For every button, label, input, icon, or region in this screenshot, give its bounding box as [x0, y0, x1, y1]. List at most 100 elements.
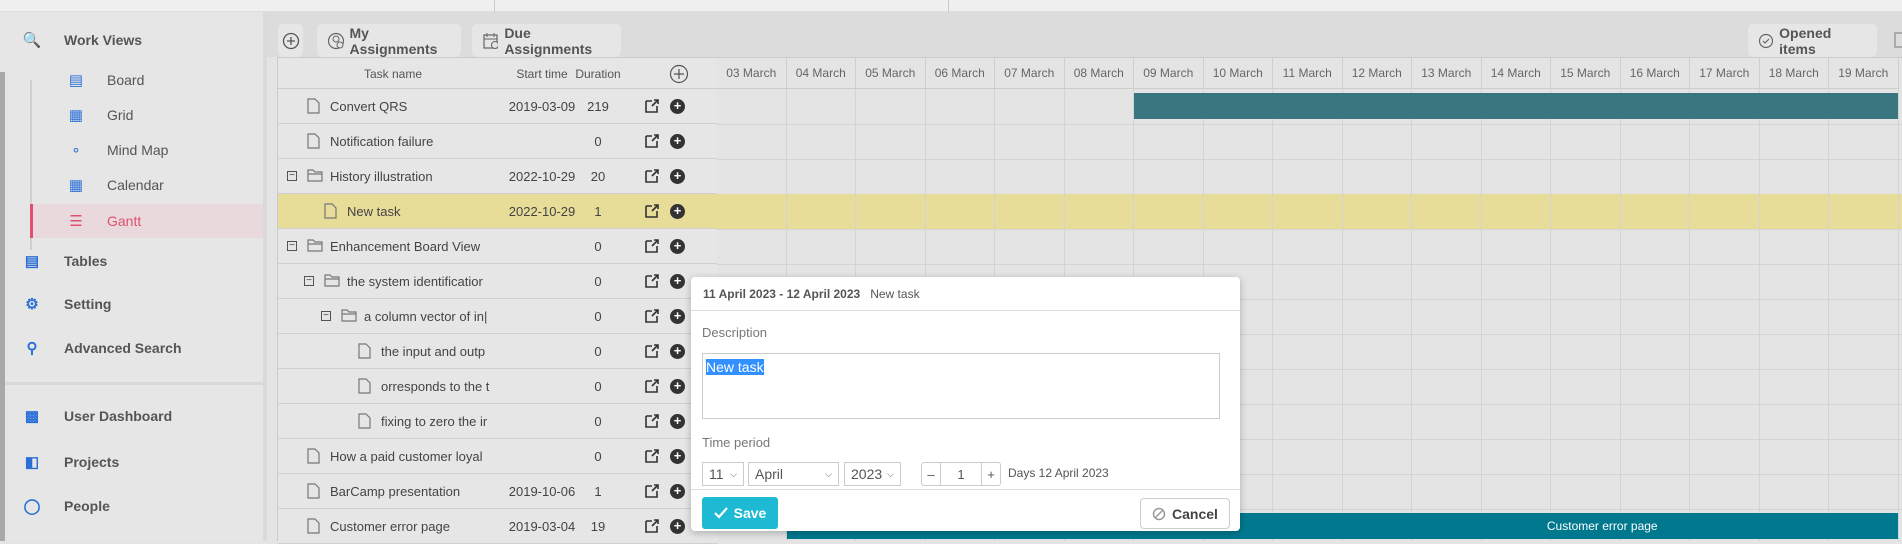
sidebar-item-grid[interactable]: ▦ Grid	[30, 98, 263, 132]
open-external-icon[interactable]	[645, 309, 659, 323]
open-external-icon[interactable]	[645, 379, 659, 393]
open-external-icon[interactable]	[645, 519, 659, 533]
date-header: 09 March	[1134, 58, 1204, 89]
task-row[interactable]: Notification failure 0 +	[278, 124, 718, 159]
open-external-icon[interactable]	[645, 99, 659, 113]
chevron-down-icon: ⌵	[887, 468, 894, 479]
add-subtask-icon[interactable]: +	[670, 379, 685, 394]
add-subtask-icon[interactable]: +	[670, 519, 685, 534]
open-external-icon[interactable]	[645, 134, 659, 148]
task-row[interactable]: How a paid customer loyal 0 +	[278, 439, 718, 474]
date-header: 07 March	[995, 58, 1065, 89]
sidebar-item-mind-map[interactable]: ∘ Mind Map	[30, 133, 263, 167]
date-header: 16 March	[1620, 58, 1690, 89]
add-subtask-icon[interactable]: +	[670, 414, 685, 429]
row-line	[717, 229, 1902, 230]
row-line	[717, 159, 1902, 160]
sidebar-item-tables[interactable]: ▤ Tables	[0, 244, 263, 278]
task-name: Customer error page	[330, 519, 450, 534]
row-line	[717, 264, 1902, 265]
sidebar-item-people[interactable]: ◯ People	[0, 489, 263, 523]
sidebar-item-calendar[interactable]: ▦ Calendar	[30, 168, 263, 202]
sidebar-item-work-views[interactable]: 🔍 Work Views	[0, 23, 263, 57]
date-header: 13 March	[1412, 58, 1482, 89]
my-assignments-button[interactable]: My Assignments	[317, 24, 461, 57]
collapse-toggle[interactable]: −	[287, 171, 297, 181]
due-assignments-button[interactable]: Due Assignments	[472, 24, 621, 57]
sidebar-item-projects[interactable]: ◧ Projects	[0, 445, 263, 479]
calendar-clock-icon	[483, 32, 499, 49]
duration-input[interactable]: 1	[941, 463, 982, 485]
task-row[interactable]: − History illustration 2022-10-29 20 +	[278, 159, 718, 194]
increment-button[interactable]: +	[982, 463, 1000, 485]
add-subtask-icon[interactable]: +	[670, 484, 685, 499]
add-task-icon[interactable]	[669, 64, 689, 84]
open-external-icon[interactable]	[645, 239, 659, 253]
task-duration: 0	[594, 344, 602, 359]
open-external-icon[interactable]	[645, 274, 659, 288]
add-button[interactable]	[278, 24, 303, 57]
sidebar-item-user-dashboard[interactable]: ▩ User Dashboard	[0, 399, 263, 433]
sidebar-item-setting[interactable]: ⚙ Setting	[0, 287, 263, 321]
fullscreen-icon[interactable]	[1894, 32, 1902, 48]
task-duration: 0	[594, 414, 602, 429]
day-select[interactable]: 11 ⌵	[702, 462, 744, 486]
search-document-icon: 🔍	[22, 32, 42, 49]
task-row[interactable]: − the system identificatior 0 +	[278, 264, 718, 299]
task-row[interactable]: − Enhancement Board View 0 +	[278, 229, 718, 264]
sidebar-item-gantt[interactable]: ☰ Gantt	[30, 204, 263, 238]
task-row[interactable]: Customer error page 2019-03-04 19 +	[278, 509, 718, 544]
grid-icon: ▦	[68, 107, 84, 124]
sidebar-item-advanced-search[interactable]: ⚲ Advanced Search	[0, 331, 263, 365]
task-bar[interactable]	[1134, 93, 1898, 119]
collapse-toggle[interactable]: −	[287, 241, 297, 251]
popup-header: 11 April 2023 - 12 April 2023 New task	[691, 277, 1240, 311]
month-select[interactable]: April ⌵	[748, 462, 839, 486]
task-name: New task	[347, 204, 401, 219]
opened-items-button[interactable]: Opened items	[1748, 24, 1877, 57]
column-line	[1411, 89, 1412, 541]
add-subtask-icon[interactable]: +	[670, 274, 685, 289]
add-subtask-icon[interactable]: +	[670, 99, 685, 114]
date-header: 14 March	[1481, 58, 1551, 89]
column-task-name[interactable]: Task name	[338, 67, 448, 81]
task-row[interactable]: Convert QRS 2019-03-09 219 +	[278, 89, 718, 124]
task-row[interactable]: orresponds to the t 0 +	[278, 369, 718, 404]
add-subtask-icon[interactable]: +	[670, 239, 685, 254]
user-check-icon	[327, 32, 344, 49]
row-line	[717, 124, 1902, 125]
plus-circle-icon	[282, 32, 299, 49]
open-external-icon[interactable]	[645, 449, 659, 463]
open-external-icon[interactable]	[645, 484, 659, 498]
task-name: orresponds to the t	[381, 379, 490, 394]
save-button[interactable]: Save	[702, 497, 778, 529]
toolbar: My Assignments Due Assignments Opened it…	[267, 12, 1902, 57]
task-row[interactable]: fixing to zero the ir 0 +	[278, 404, 718, 439]
year-select[interactable]: 2023 ⌵	[844, 462, 901, 486]
collapse-toggle[interactable]: −	[321, 311, 331, 321]
open-external-icon[interactable]	[645, 414, 659, 428]
add-subtask-icon[interactable]: +	[670, 449, 685, 464]
column-line	[1689, 89, 1690, 541]
task-row[interactable]: − a column vector of in| 0 +	[278, 299, 718, 334]
task-name: the system identificatior	[347, 274, 483, 289]
add-subtask-icon[interactable]: +	[670, 169, 685, 184]
open-external-icon[interactable]	[645, 169, 659, 183]
add-subtask-icon[interactable]: +	[670, 309, 685, 324]
folder-icon	[307, 238, 323, 254]
task-row[interactable]: BarCamp presentation 2019-10-06 1 +	[278, 474, 718, 509]
column-duration[interactable]: Duration	[568, 67, 628, 81]
task-row[interactable]: the input and outp 0 +	[278, 334, 718, 369]
task-row[interactable]: New task 2022-10-29 1 +	[278, 194, 718, 229]
open-external-icon[interactable]	[645, 344, 659, 358]
collapse-toggle[interactable]: −	[304, 276, 314, 286]
sidebar-item-board[interactable]: ▤ Board	[30, 63, 263, 97]
add-subtask-icon[interactable]: +	[670, 344, 685, 359]
sidebar-divider	[5, 382, 263, 385]
add-subtask-icon[interactable]: +	[670, 134, 685, 149]
cancel-button[interactable]: Cancel	[1140, 498, 1230, 529]
decrement-button[interactable]: –	[922, 463, 941, 485]
open-external-icon[interactable]	[645, 204, 659, 218]
description-textarea[interactable]: New task	[702, 353, 1220, 419]
add-subtask-icon[interactable]: +	[670, 204, 685, 219]
